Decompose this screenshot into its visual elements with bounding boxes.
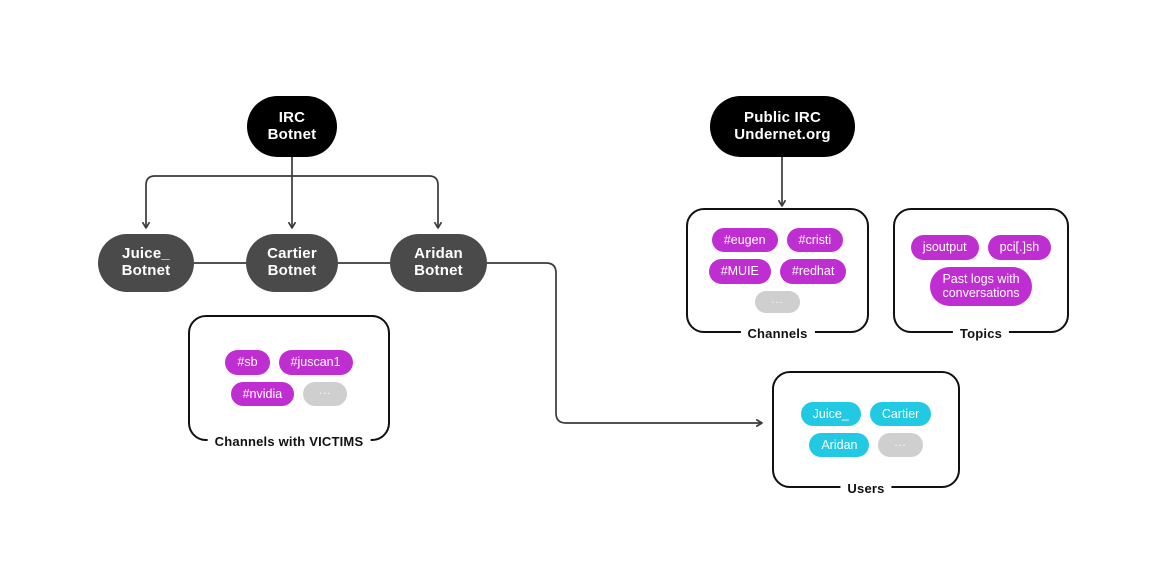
chip[interactable]: Juice_ xyxy=(800,401,861,426)
chip-list-channels: #eugen #cristi #MUIE #redhat ... xyxy=(688,227,867,314)
chip-list-users: Juice_ Cartier Aridan ... xyxy=(774,401,958,458)
card-channels-with-victims: #sb #juscan1 #nvidia ... Channels with V… xyxy=(188,315,390,449)
chip[interactable]: Aridan xyxy=(809,433,870,458)
edge-irc-botnet-to-aridan-botnet xyxy=(428,175,442,229)
chip[interactable]: #cristi xyxy=(786,227,844,253)
chip[interactable]: #redhat xyxy=(779,259,847,284)
diagram-canvas: IRC Botnet Public IRC Undernet.org Juice… xyxy=(0,0,1170,585)
node-irc-botnet[interactable]: IRC Botnet xyxy=(247,96,337,157)
chip-more-label: ... xyxy=(771,293,784,306)
edge-irc-botnet-to-juice-botnet xyxy=(142,175,156,229)
chip[interactable]: Cartier xyxy=(869,401,932,426)
chip[interactable]: #eugen xyxy=(711,227,778,253)
card-label-channels-with-victims: Channels with VICTIMS xyxy=(207,434,371,449)
chip-more[interactable]: ... xyxy=(755,290,800,314)
chip-more-label: ... xyxy=(894,436,907,449)
card-label-channels: Channels xyxy=(740,326,815,341)
chip[interactable]: jsoutput xyxy=(910,235,979,260)
card-users: Juice_ Cartier Aridan ... Users xyxy=(772,371,960,496)
node-aridan-botnet[interactable]: Aridan Botnet xyxy=(390,234,487,292)
chip-more[interactable]: ... xyxy=(878,433,923,458)
chip[interactable]: #MUIE xyxy=(708,259,771,284)
card-label-topics: Topics xyxy=(952,326,1010,341)
card-channels: #eugen #cristi #MUIE #redhat ... Channel… xyxy=(686,208,869,341)
card-label-users: Users xyxy=(840,481,892,496)
chip[interactable]: #juscan1 xyxy=(278,350,353,375)
chip-more[interactable]: ... xyxy=(303,381,348,406)
node-juice-botnet[interactable]: Juice_ Botnet xyxy=(98,234,194,292)
chip-list-topics: jsoutput pci[.]sh Past logs with convers… xyxy=(895,235,1067,306)
chip-list-channels-with-victims: #sb #juscan1 #nvidia ... xyxy=(190,350,388,406)
chip[interactable]: #nvidia xyxy=(230,381,295,406)
chip[interactable]: #sb xyxy=(225,350,270,375)
chip-more-label: ... xyxy=(319,385,332,398)
node-cartier-botnet[interactable]: Cartier Botnet xyxy=(246,234,338,292)
card-topics: jsoutput pci[.]sh Past logs with convers… xyxy=(893,208,1069,341)
chip[interactable]: pci[.]sh xyxy=(987,235,1052,260)
node-public-irc-undernet[interactable]: Public IRC Undernet.org xyxy=(710,96,855,157)
chip[interactable]: Past logs with conversations xyxy=(930,266,1032,306)
